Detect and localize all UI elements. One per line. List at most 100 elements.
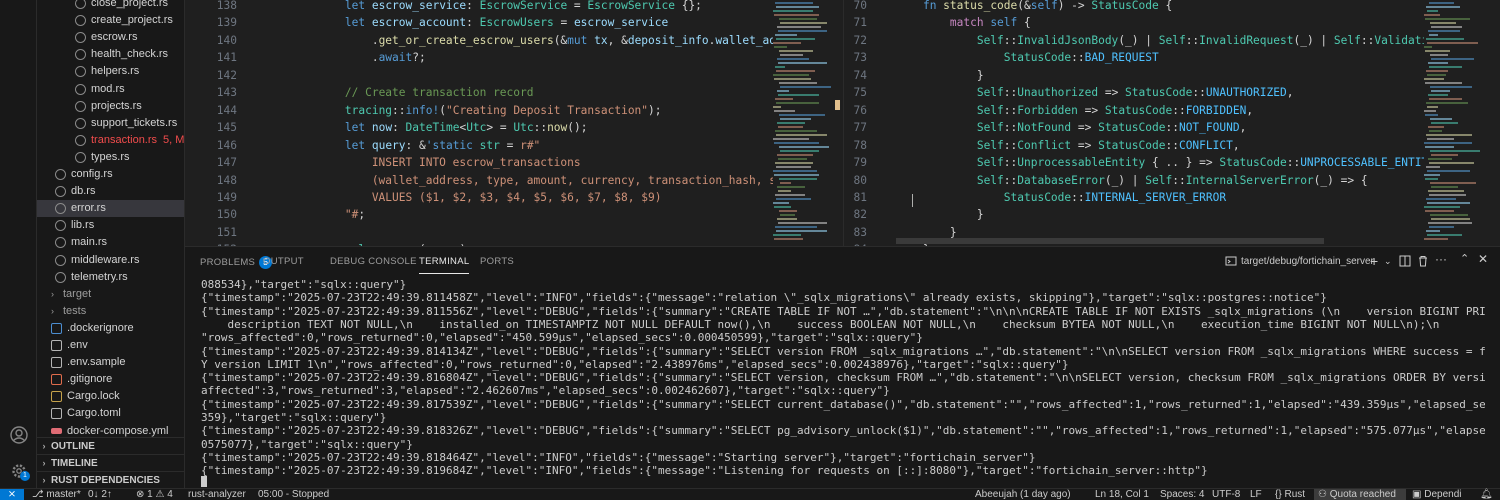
chevron-down-icon[interactable]: ⌄ [1384,256,1392,267]
eol-status[interactable]: LF [1250,489,1262,500]
tree-file-lib-rs[interactable]: lib.rs [37,217,184,234]
code-token: self [990,16,1018,30]
lock-file-icon [51,391,62,403]
code-token: Self [1145,173,1173,187]
code-line: 151 [185,224,841,241]
cursor-position[interactable]: Ln 18, Col 1 [1095,489,1149,500]
status-bar: ⨯ ⎇ master* 0↓ 2↑ ⊗ 1 ⚠ 4 rust-analyzer … [0,488,1500,500]
notifications-bell-icon[interactable]: 🔔︎ [1480,489,1493,500]
code-token: Self [976,121,1004,135]
tree-file--dockerignore[interactable]: .dockerignore [37,320,184,337]
code-token: , [1246,103,1254,117]
tree-file-types-rs[interactable]: types.rs [37,149,184,166]
tree-file--env[interactable]: .env [37,337,184,354]
language-mode[interactable]: {} Rust [1275,489,1305,500]
minimap[interactable] [773,0,833,246]
tab-problems-label: PROBLEMS [200,257,256,268]
code-token: let [344,138,372,152]
tree-file-db-rs[interactable]: db.rs [37,183,184,200]
indentation-status[interactable]: Spaces: 4 [1160,489,1204,500]
account-icon[interactable] [8,424,29,445]
section-rust-dependencies[interactable]: › RUST DEPENDENCIES [37,471,184,488]
tree-item-label: error.rs [71,202,106,215]
line-number: 138 [216,0,237,12]
close-panel-icon[interactable]: ✕ [1478,252,1488,266]
terminal-output[interactable]: 088534},"target":"sqlx::query"} {"timesta… [185,277,1485,489]
text-cursor [912,194,913,207]
new-terminal-plus-icon[interactable]: + [1370,253,1378,269]
section-timeline[interactable]: › TIMELINE [37,454,184,471]
minimap[interactable] [1424,0,1484,246]
dependi-status[interactable]: ▣ Dependi [1412,489,1462,500]
split-terminal-icon[interactable] [1399,254,1411,272]
maximize-panel-icon[interactable]: ⌃ [1460,252,1469,265]
code-token: EscrowService [479,0,568,12]
line-number: 81 [853,190,867,204]
code-token: (_) => { [1313,173,1368,187]
tree-file-middleware-rs[interactable]: middleware.rs [37,252,184,269]
code-token: let [344,16,372,30]
horizontal-scrollbar[interactable] [896,238,1324,244]
code-text: Self::InvalidJsonBody(_) | Self::Invalid… [896,32,1435,49]
branch-indicator[interactable]: ⎇ master* [32,489,81,500]
tab-terminal[interactable]: TERMINAL [419,256,470,274]
git-blame-status[interactable]: Abeeujah (1 day ago) [975,489,1071,500]
tree-file-health_check-rs[interactable]: health_check.rs [37,46,184,63]
tree-file-main-rs[interactable]: main.rs [37,234,184,251]
tree-file-Cargo-toml[interactable]: Cargo.toml [37,405,184,422]
tree-file-Cargo-lock[interactable]: Cargo.lock [37,388,184,405]
rust-file-icon [75,32,86,44]
code-line: 144 tracing::info!("Creating Deposit Tra… [185,102,841,119]
editor-left-transaction[interactable]: 138 let escrow_service: EscrowService = … [185,0,841,246]
tree-file-close_project-rs[interactable]: close_project.rs [37,0,184,12]
terminal-instance-label[interactable]: target/debug/fortichain_server [1225,255,1374,267]
tree-file-support_tickets-rs[interactable]: support_tickets.rs [37,115,184,132]
tree-file-mod-rs[interactable]: mod.rs [37,81,184,98]
code-token: :: [1003,103,1018,117]
tree-folder-tests[interactable]: › tests [37,303,184,320]
rust-analyzer-status[interactable]: rust-analyzer [188,489,246,500]
tab-output[interactable]: OUTPUT [263,256,304,274]
code-token: Utc [466,121,487,135]
tree-file--gitignore[interactable]: .gitignore [37,371,184,388]
more-actions-icon[interactable]: ··· [1435,252,1447,266]
encoding-status[interactable]: UTF-8 [1212,489,1240,500]
tab-problems[interactable]: PROBLEMS 5 [200,256,273,274]
editor-right-error[interactable]: 70 fn status_code(&self) -> StatusCode {… [843,0,1500,246]
terminal-line: 0575077},"target":"sqlx::query"} [201,437,413,451]
trash-icon[interactable] [1417,254,1429,272]
tree-file--env-sample[interactable]: .env.sample [37,354,184,371]
tree-item-label: mod.rs [91,82,125,95]
tree-item-label: tests [63,304,87,317]
line-number: 144 [216,103,237,117]
tree-file-projects-rs[interactable]: projects.rs [37,98,184,115]
tree-file-config-rs[interactable]: config.rs [37,166,184,183]
chevron-right-icon: › [42,440,46,451]
tree-item-label: telemetry.rs [71,270,128,283]
code-token: . [291,33,379,47]
tree-file-transaction-rs[interactable]: transaction.rs 5, M [37,132,184,149]
remote-indicator-icon[interactable]: ⨯ [0,489,24,500]
tree-file-escrow-rs[interactable]: escrow.rs [37,29,184,46]
tree-item-label: Cargo.toml [67,407,121,420]
section-outline[interactable]: › OUTLINE [37,437,184,454]
code-token: DatabaseError [1017,173,1105,187]
code-token: Unauthorized [1017,86,1099,100]
sync-status[interactable]: 0↓ 2↑ [88,489,112,500]
copilot-quota[interactable]: ⚇ Quota reached [1314,489,1406,500]
code-text: "#; [291,206,365,223]
code-token: : [392,121,406,135]
tab-debug-console[interactable]: DEBUG CONSOLE [330,256,417,274]
tree-file-telemetry-rs[interactable]: telemetry.rs [37,269,184,286]
tree-file-helpers-rs[interactable]: helpers.rs [37,63,184,80]
problems-status[interactable]: ⊗ 1 ⚠ 4 [136,489,173,500]
rust-file-icon [75,151,86,163]
timer-status[interactable]: 05:00 - Stopped [258,489,329,500]
settings-gear-icon[interactable]: 1 [8,460,30,481]
tree-file-create_project-rs[interactable]: create_project.rs [37,12,184,29]
tree-file-error-rs[interactable]: error.rs [37,200,184,218]
tree-folder-target[interactable]: › target [37,286,184,303]
tab-ports[interactable]: PORTS [480,256,514,274]
code-token: now [547,121,568,135]
